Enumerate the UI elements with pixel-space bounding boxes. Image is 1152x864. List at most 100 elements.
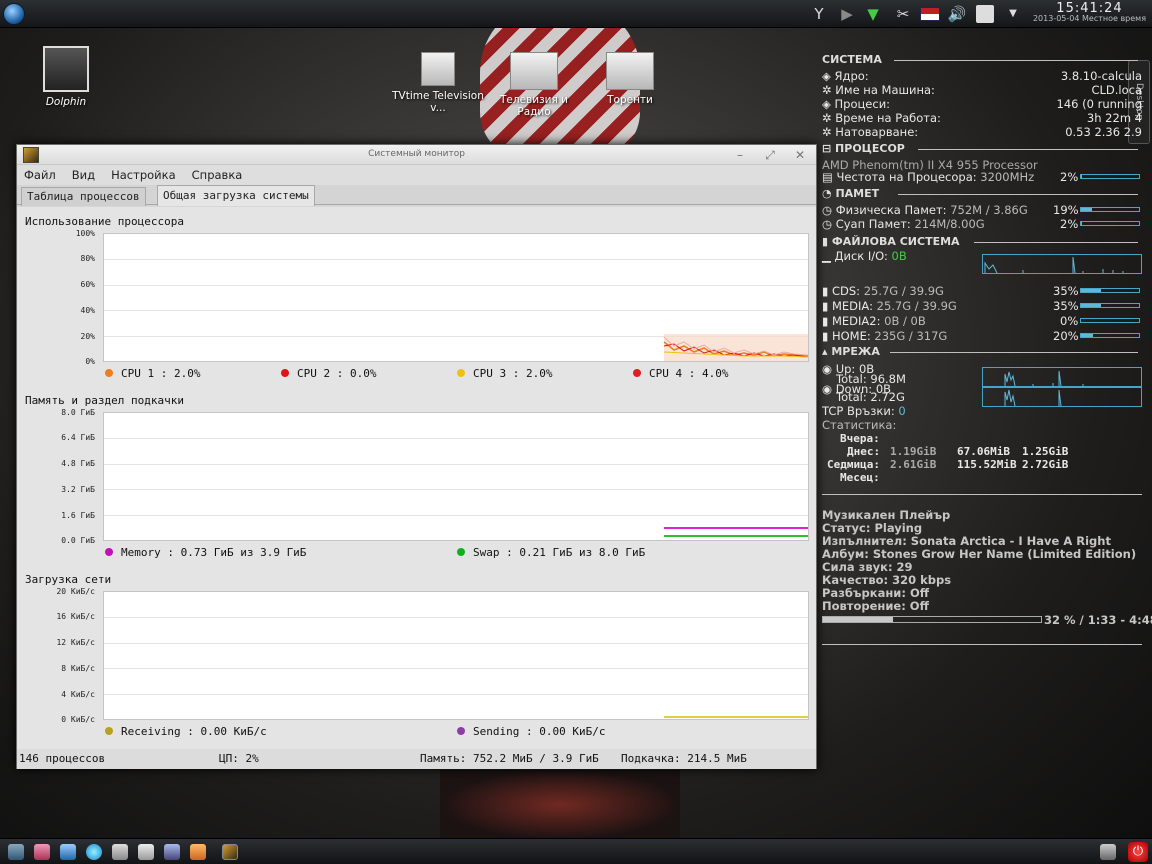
menu-file[interactable]: Файл [24, 165, 56, 185]
digital-clock[interactable]: 15:41:24 2013-05-04 Местное время [1027, 1, 1152, 23]
pct: 0% [1060, 314, 1079, 328]
stats-today-v2: 67.06MiB [957, 445, 1010, 458]
player-progress-text: 32 % / 1:33 - 4:48 [1044, 613, 1152, 627]
disk-io-graph-svg [984, 256, 1124, 274]
value: 3h 22m 4 [1086, 111, 1142, 125]
mem-tick: 6.4 ГиБ [61, 433, 95, 442]
desktop-icon-torrents[interactable]: Торенти [592, 52, 668, 106]
physical-mem-bar [1080, 207, 1140, 212]
value: 214M/8.00G [914, 217, 985, 231]
skype-icon[interactable] [86, 844, 102, 860]
value: 3200MHz [980, 170, 1035, 184]
divider [898, 194, 1138, 195]
fs-cds-fill [1081, 289, 1102, 292]
browser-icon[interactable] [60, 844, 76, 860]
fs-media-bar [1080, 303, 1140, 308]
cpu-tick: 80% [80, 254, 95, 263]
stats-today: Днес: [847, 445, 881, 458]
value: 752M / 3.86G [950, 203, 1028, 217]
swap-mem-fill [1081, 222, 1083, 225]
label: Честота на Процесора: [836, 170, 977, 184]
desktop-icon-tvtime[interactable]: TVtime Television v... [388, 52, 488, 114]
value: 0B / 0B [884, 314, 926, 328]
trash-icon[interactable] [1100, 844, 1116, 860]
memory-graph-svg [104, 438, 808, 537]
cpu-usage-bar [1080, 174, 1140, 179]
cpu-graph-svg [104, 259, 809, 361]
menu-settings[interactable]: Настройка [111, 165, 176, 185]
close-icon[interactable]: ✕ [792, 147, 808, 163]
stats-week-v3: 2.72GiB [1022, 458, 1069, 471]
pct: 35% [1053, 284, 1079, 298]
keyboard-layout-flag-icon[interactable] [920, 7, 940, 21]
minimize-icon[interactable]: – [732, 147, 748, 163]
torrent-device-icon [606, 52, 654, 90]
tab-bar: Таблица процессов Общая загрузка системы [17, 185, 816, 206]
desktop-icon-tv-radio[interactable]: Телевизия и Радио [492, 52, 576, 118]
terminal-icon[interactable] [112, 844, 128, 860]
player-status: Статус: Playing [822, 521, 923, 535]
divider [974, 242, 1138, 243]
conky-uptime: ✲ Време на Работа: 3h 22m 4 [822, 111, 1142, 125]
device-notifier-icon[interactable] [976, 5, 994, 23]
desktop-icon-label: Торенти [607, 94, 653, 106]
desktop-icon-label: TVtime Television v... [392, 90, 484, 114]
desktop-icon-dolphin[interactable]: Dolphin [36, 46, 96, 108]
legend-cpu4: CPU 4 : 4.0% [633, 367, 728, 380]
tray-expand-icon[interactable]: ▼ [1002, 4, 1024, 24]
file-cabinet-icon [43, 46, 89, 92]
net-tick: 16 КиБ/с [56, 612, 95, 621]
vlc-icon[interactable] [190, 844, 206, 860]
power-icon[interactable]: ⏻ [1128, 842, 1148, 862]
cpu-tick: 0% [85, 357, 95, 366]
label: CDS: [831, 284, 861, 298]
file-manager-icon[interactable] [34, 844, 50, 860]
label: Име на Машина: [835, 83, 935, 97]
maximize-icon[interactable]: ⤢ [762, 147, 778, 163]
media-player-icon[interactable] [138, 844, 154, 860]
stats-week-v2: 115.52MiB [957, 458, 1017, 471]
show-desktop-icon[interactable] [8, 844, 24, 860]
clipboard-scissors-icon[interactable]: ✂ [892, 4, 914, 24]
network-antenna-icon[interactable]: Y [808, 4, 830, 24]
window-titlebar[interactable]: Системный монитор – ⤢ ✕ [17, 145, 816, 165]
tab-process-table[interactable]: Таблица процессов [21, 187, 146, 206]
label: Суап Памет: [835, 217, 911, 231]
divider [918, 149, 1138, 150]
download-icon[interactable]: ▼ [862, 4, 884, 24]
label: Процеси: [834, 97, 891, 111]
stats-week-v1: 2.61GiB [890, 458, 937, 471]
legend-label: Memory : 0.73 ГиБ из 3.9 ГиБ [121, 546, 307, 559]
stats-yesterday: Вчера: [840, 432, 880, 445]
disk-io-graph [982, 254, 1142, 274]
label: HOME: [831, 329, 871, 343]
media-play-icon[interactable]: ▶ [836, 4, 858, 24]
value: 0 [898, 404, 906, 418]
player-title: Музикален Плейър [822, 508, 951, 522]
net-tick: 4 КиБ/с [61, 690, 95, 699]
text-editor-icon[interactable] [164, 844, 180, 860]
legend-memory: Memory : 0.73 ГиБ из 3.9 ГиБ [105, 546, 306, 559]
player-artist: Изпълнител: Sonata Arctica - I Have A Ri… [822, 534, 1111, 548]
label: Натоварване: [835, 125, 919, 139]
fs-home-bar [1080, 333, 1140, 338]
menu-bar: Файл Вид Настройка Справка [17, 165, 816, 185]
value: 25.7G / 39.9G [876, 299, 957, 313]
menu-help[interactable]: Справка [192, 165, 243, 185]
tab-system-load[interactable]: Общая загрузка системы [157, 185, 315, 206]
conky-load: ✲ Натоварване: 0.53 2.36 2.9 [822, 125, 1142, 139]
label: Ядро: [834, 69, 869, 83]
tv-monitor-icon [421, 52, 455, 86]
status-swap: Подкачка: 214.5 МиБ [621, 752, 747, 765]
taskbar-system-monitor[interactable] [222, 844, 238, 860]
player-repeat: Повторение: Off [822, 599, 929, 613]
stats-month: Месец: [840, 471, 880, 484]
label: ПРОЦЕСОР [835, 142, 905, 155]
application-launcher-icon[interactable] [3, 3, 25, 25]
volume-icon[interactable]: 🔊 [946, 4, 968, 24]
legend-dot [633, 369, 641, 377]
label: MEDIA2: [831, 314, 881, 328]
menu-view[interactable]: Вид [72, 165, 95, 185]
value: 0.53 2.36 2.9 [1065, 125, 1142, 139]
network-section-title: Загрузка сети [25, 573, 112, 586]
